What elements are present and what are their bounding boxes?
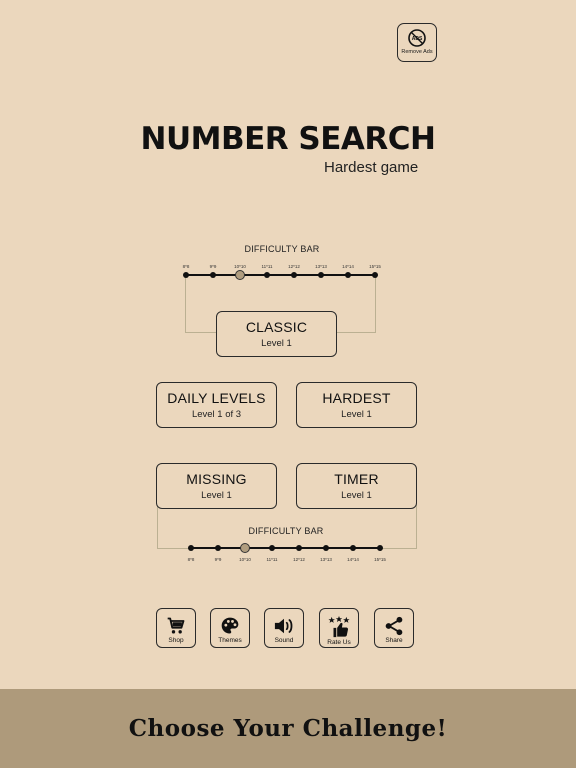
difficulty-top-dot[interactable] — [318, 272, 324, 278]
share-label: Share — [385, 637, 403, 644]
difficulty-top-dot[interactable] — [372, 272, 378, 278]
palette-icon — [221, 617, 239, 634]
missing-mode-name: MISSING — [186, 471, 247, 487]
difficulty-bottom-dot[interactable] — [296, 545, 302, 551]
difficulty-top-tick-label: 11*11 — [261, 264, 273, 269]
difficulty-bottom-tick-label: 8*8 — [187, 557, 195, 562]
classic-mode-button[interactable]: CLASSIC Level 1 — [216, 311, 337, 357]
rate-us-button[interactable]: Rate Us — [319, 608, 359, 648]
hardest-mode-name: HARDEST — [322, 390, 391, 406]
difficulty-top-tick-label: 15*15 — [369, 264, 381, 269]
page-subtitle: Hardest game — [324, 159, 419, 176]
footer-text: Choose Your Challenge! — [128, 715, 448, 742]
share-icon — [385, 616, 403, 636]
themes-button[interactable]: Themes — [210, 608, 250, 648]
difficulty-bar-label-top: DIFFICULTY BAR — [244, 244, 320, 254]
difficulty-top-tick-label: 10*10 — [234, 264, 246, 269]
sound-button[interactable]: Sound — [264, 608, 304, 648]
difficulty-top-selected-dot[interactable] — [235, 270, 245, 280]
cart-icon — [167, 617, 185, 634]
difficulty-bar-label-bottom: DIFFICULTY BAR — [248, 526, 324, 536]
themes-label: Themes — [218, 637, 242, 644]
hardest-mode-button[interactable]: HARDEST Level 1 — [296, 382, 417, 428]
difficulty-top-dot[interactable] — [210, 272, 216, 278]
difficulty-bottom-tick-label: 11*11 — [266, 557, 278, 562]
difficulty-bottom-dot[interactable] — [323, 545, 329, 551]
remove-ads-button[interactable]: ADS Remove Ads — [397, 23, 437, 62]
page-title: NUMBER SEARCH — [140, 121, 437, 157]
difficulty-bottom-tick-label: 15*15 — [374, 557, 386, 562]
difficulty-bottom-tick-label: 12*12 — [293, 557, 305, 562]
difficulty-bottom-dot[interactable] — [215, 545, 221, 551]
share-button[interactable]: Share — [374, 608, 414, 648]
difficulty-top-dot[interactable] — [345, 272, 351, 278]
ads-badge-text: ADS — [412, 36, 423, 42]
daily-levels-name: DAILY LEVELS — [167, 390, 266, 406]
difficulty-bottom-dot[interactable] — [350, 545, 356, 551]
difficulty-bottom-tick-label: 9*9 — [214, 557, 222, 562]
timer-mode-name: TIMER — [334, 471, 379, 487]
missing-mode-level: Level 1 — [201, 490, 232, 501]
timer-mode-button[interactable]: TIMER Level 1 — [296, 463, 417, 509]
sound-label: Sound — [274, 637, 294, 644]
difficulty-bottom-dot[interactable] — [269, 545, 275, 551]
hardest-mode-level: Level 1 — [341, 409, 372, 420]
difficulty-bottom-tick-label: 13*13 — [320, 557, 332, 562]
difficulty-top-tick-label: 12*12 — [288, 264, 300, 269]
difficulty-bottom-tick-label: 14*14 — [347, 557, 359, 562]
shop-button[interactable]: Shop — [156, 608, 196, 648]
difficulty-bottom-selected-dot[interactable] — [240, 543, 250, 553]
difficulty-top-tick-label: 9*9 — [209, 264, 217, 269]
difficulty-bottom-dot[interactable] — [188, 545, 194, 551]
difficulty-top-dot[interactable] — [183, 272, 189, 278]
difficulty-top-tick-label: 14*14 — [342, 264, 354, 269]
difficulty-top-tick-label: 8*8 — [182, 264, 190, 269]
daily-levels-progress: Level 1 of 3 — [191, 409, 242, 420]
classic-mode-name: CLASSIC — [245, 319, 308, 335]
difficulty-top-dot[interactable] — [291, 272, 297, 278]
shop-label: Shop — [168, 637, 184, 644]
difficulty-bottom-tick-label: 10*10 — [239, 557, 251, 562]
daily-levels-button[interactable]: DAILY LEVELS Level 1 of 3 — [156, 382, 277, 428]
footer-banner: Choose Your Challenge! — [0, 689, 576, 768]
difficulty-bottom-dot[interactable] — [377, 545, 383, 551]
remove-ads-label: Remove Ads — [401, 49, 433, 55]
missing-mode-button[interactable]: MISSING Level 1 — [156, 463, 277, 509]
difficulty-top-dot[interactable] — [264, 272, 270, 278]
classic-mode-level: Level 1 — [261, 338, 292, 349]
rate-us-label: Rate Us — [327, 639, 351, 646]
timer-mode-level: Level 1 — [341, 490, 372, 501]
difficulty-top-tick-label: 13*13 — [315, 264, 327, 269]
thumbs-up-stars-icon — [328, 616, 350, 638]
no-ads-icon: ADS — [408, 29, 426, 47]
speaker-icon — [274, 618, 293, 634]
